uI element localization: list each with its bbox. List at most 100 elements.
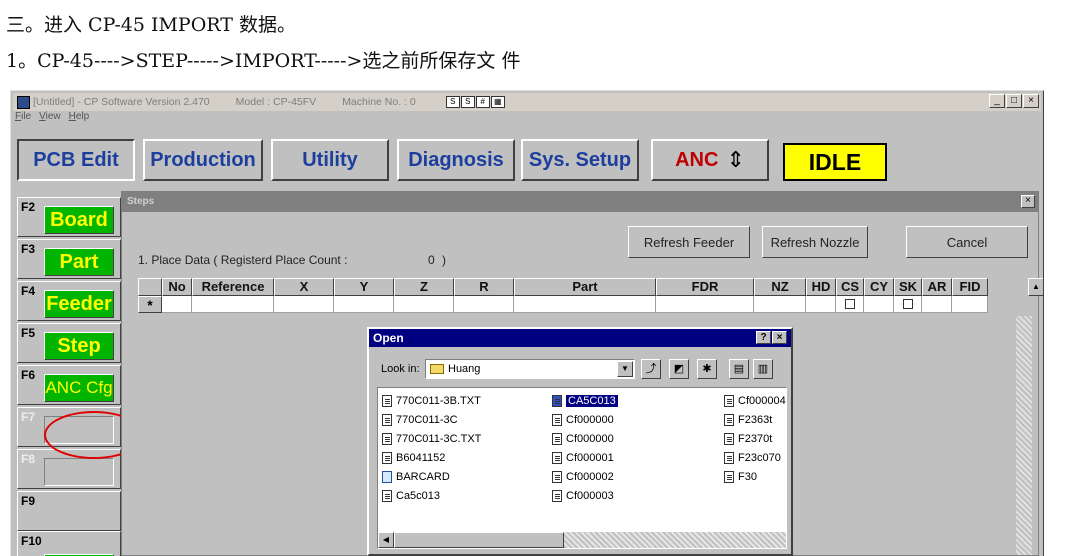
fkey-part[interactable]: F3 Part xyxy=(17,239,121,279)
table-cell[interactable] xyxy=(192,296,274,313)
list-item[interactable]: F2370t xyxy=(724,429,786,448)
column-header[interactable]: FDR xyxy=(656,278,754,296)
fkey-cancel[interactable]: F10Cancel xyxy=(17,531,121,556)
table-cell[interactable] xyxy=(334,296,394,313)
scroll-left-arrow[interactable]: ◀ xyxy=(378,532,394,548)
open-dialog-title[interactable]: Open xyxy=(369,329,791,347)
column-header[interactable]: Part xyxy=(514,278,656,296)
chevron-down-icon[interactable]: ▼ xyxy=(617,361,633,377)
refresh-nozzle-button[interactable]: Refresh Nozzle xyxy=(762,226,868,258)
table-cell[interactable] xyxy=(656,296,754,313)
fkey-button-feeder[interactable]: Feeder xyxy=(44,290,114,318)
toolbar-icon-1[interactable]: S xyxy=(445,96,460,108)
tab-anc[interactable]: ANC ⇕ xyxy=(651,139,769,181)
table-cell[interactable] xyxy=(754,296,806,313)
menu-help[interactable]: Help xyxy=(69,111,90,127)
table-cell[interactable] xyxy=(864,296,894,313)
list-item[interactable]: BARCARD xyxy=(382,467,481,486)
refresh-feeder-button[interactable]: Refresh Feeder xyxy=(628,226,750,258)
desktop-icon[interactable]: ◩ xyxy=(669,359,689,379)
table-cell[interactable] xyxy=(952,296,988,313)
steps-close-button[interactable]: × xyxy=(1021,195,1035,208)
up-folder-icon[interactable]: ⤴ xyxy=(641,359,661,379)
column-header[interactable]: Y xyxy=(334,278,394,296)
new-folder-icon[interactable]: ✱ xyxy=(697,359,717,379)
column-header[interactable]: AR xyxy=(922,278,952,296)
fkey-feeder[interactable]: F4 Feeder xyxy=(17,281,121,321)
list-item[interactable]: F2363t xyxy=(724,410,786,429)
column-header[interactable]: Z xyxy=(394,278,454,296)
column-header[interactable]: NZ xyxy=(754,278,806,296)
list-item[interactable]: Cf000000 xyxy=(552,410,618,429)
checkbox-cell[interactable] xyxy=(836,296,864,313)
horizontal-scrollbar[interactable]: ◀ xyxy=(378,532,786,548)
table-cell[interactable] xyxy=(454,296,514,313)
new-row-marker[interactable]: * xyxy=(138,296,162,313)
dialog-close-button[interactable]: × xyxy=(772,331,787,344)
maximize-button[interactable]: □ xyxy=(1006,94,1022,108)
fkey-board[interactable]: F2 Board xyxy=(17,197,121,237)
menu-view[interactable]: View xyxy=(39,111,61,127)
column-header[interactable]: HD xyxy=(806,278,836,296)
tab-sys-setup[interactable]: Sys. Setup xyxy=(521,139,639,181)
list-item[interactable]: Cf000003 xyxy=(552,486,618,505)
column-header[interactable]: No xyxy=(162,278,192,296)
column-header[interactable]: CS xyxy=(836,278,864,296)
table-cell[interactable] xyxy=(922,296,952,313)
scroll-thumb[interactable] xyxy=(394,532,564,548)
tab-utility[interactable]: Utility xyxy=(271,139,389,181)
close-button[interactable]: × xyxy=(1023,94,1039,108)
table-cell[interactable] xyxy=(162,296,192,313)
toolbar-icon-3[interactable]: # xyxy=(475,96,490,108)
list-item[interactable]: Ca5c013 xyxy=(382,486,481,505)
tab-production[interactable]: Production xyxy=(143,139,263,181)
fkey-button-part[interactable]: Part xyxy=(44,248,114,276)
dialog-help-button[interactable]: ? xyxy=(756,331,771,344)
fkey-button-f7[interactable] xyxy=(44,416,114,444)
checkbox[interactable] xyxy=(844,299,855,309)
window-titlebar[interactable]: [Untitled] - CP Software Version 2.470 M… xyxy=(13,93,1041,111)
table-cell[interactable] xyxy=(514,296,656,313)
table-cell[interactable] xyxy=(394,296,454,313)
list-item[interactable]: CA5C013 xyxy=(552,391,618,410)
list-item[interactable]: F23c070 xyxy=(724,448,786,467)
minimize-button[interactable]: _ xyxy=(989,94,1005,108)
checkbox[interactable] xyxy=(902,299,913,309)
fkey-button-f8[interactable] xyxy=(44,458,114,486)
list-view-icon[interactable]: ▤ xyxy=(729,359,749,379)
column-header[interactable]: Reference xyxy=(192,278,274,296)
tab-diagnosis[interactable]: Diagnosis xyxy=(397,139,515,181)
details-view-icon[interactable]: ▥ xyxy=(753,359,773,379)
table-cell[interactable] xyxy=(806,296,836,313)
list-item[interactable]: Cf000001 xyxy=(552,448,618,467)
column-header[interactable]: FID xyxy=(952,278,988,296)
list-item[interactable]: 770C011-3B.TXT xyxy=(382,391,481,410)
tab-pcb-edit[interactable]: PCB Edit xyxy=(17,139,135,181)
toolbar-icon-4[interactable]: ▦ xyxy=(490,96,505,108)
list-item[interactable]: B6041152 xyxy=(382,448,481,467)
list-item[interactable]: 770C011-3C.TXT xyxy=(382,429,481,448)
toolbar-icon-2[interactable]: S xyxy=(460,96,475,108)
fkey-button-anc-cfg[interactable]: ANC Cfg xyxy=(44,374,114,402)
vertical-scrollbar[interactable] xyxy=(1016,316,1032,555)
menu-file[interactable]: File xyxy=(15,111,31,127)
fkey-f9[interactable]: F9 xyxy=(17,491,121,531)
column-header[interactable]: SK xyxy=(894,278,922,296)
scroll-up-arrow[interactable]: ▲ xyxy=(1028,278,1043,296)
list-item[interactable]: 770C011-3C xyxy=(382,410,481,429)
column-header[interactable]: X xyxy=(274,278,334,296)
list-item[interactable]: Cf000004 xyxy=(724,391,786,410)
list-item[interactable]: Cf000002 xyxy=(552,467,618,486)
fkey-button-step[interactable]: Step xyxy=(44,332,114,360)
fkey-f7[interactable]: F7 xyxy=(17,407,121,447)
table-row[interactable]: * xyxy=(138,296,1028,313)
cancel-button[interactable]: Cancel xyxy=(906,226,1028,258)
column-header[interactable]: R xyxy=(454,278,514,296)
checkbox-cell[interactable] xyxy=(894,296,922,313)
list-item[interactable]: Cf000000 xyxy=(552,429,618,448)
column-header[interactable]: CY xyxy=(864,278,894,296)
fkey-step[interactable]: F5 Step xyxy=(17,323,121,363)
column-header[interactable] xyxy=(138,278,162,296)
fkey-anc-cfg[interactable]: F6 ANC Cfg xyxy=(17,365,121,405)
fkey-button-board[interactable]: Board xyxy=(44,206,114,234)
